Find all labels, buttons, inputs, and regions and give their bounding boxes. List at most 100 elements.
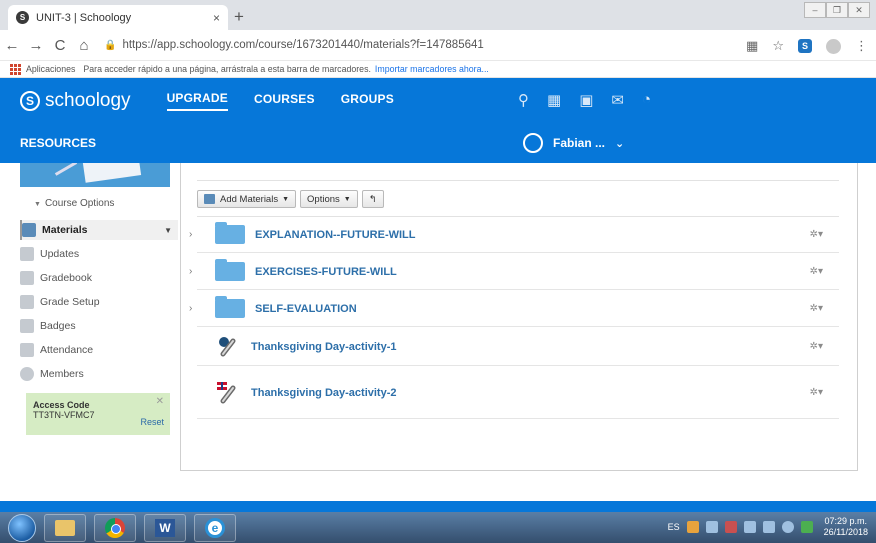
schoology-logo[interactable]: S schoology [20,90,131,112]
options-label: Options [307,193,340,205]
material-title[interactable]: Thanksgiving Day-activity-2 [251,387,397,399]
reset-access-code-link[interactable]: Reset [140,417,164,427]
start-button-icon[interactable] [8,513,36,542]
sidebar-item-label: Members [40,368,84,380]
sidebar-item-label: Attendance [40,344,94,356]
taskbar-explorer[interactable] [44,513,86,542]
updates-icon [20,247,34,261]
taskbar-word[interactable]: W [144,513,186,542]
list-item[interactable]: › EXPLANATION--FUTURE-WILL ✲▾ [189,217,839,253]
material-title[interactable]: SELF-EVALUATION [255,303,357,315]
menu-kebab-icon[interactable]: ⋮ [855,38,868,54]
close-icon[interactable]: ✕ [156,396,164,407]
list-item[interactable]: › EXERCISES-FUTURE-WILL ✲▾ [189,254,839,290]
taskbar-chrome[interactable] [94,513,136,542]
profile-avatar-icon[interactable] [826,38,841,54]
schoology-sub-nav: RESOURCES Fabian ... ⌄ [0,123,876,163]
nav-groups[interactable]: GROUPS [341,92,394,110]
access-code-box: Access Code TT3TN-VFMC7 ✕ Reset [26,393,170,435]
reload-icon[interactable]: C [48,37,72,54]
back-button[interactable]: ↰ [361,190,384,208]
maximize-icon[interactable]: ❐ [826,2,848,18]
schoology-extension-icon[interactable]: S [798,39,812,53]
lock-icon: 🔒 [104,39,117,51]
close-window-icon[interactable]: ✕ [848,2,870,18]
gear-icon[interactable]: ✲▾ [810,303,823,314]
browser-tabstrip: S UNIT-3 | Schoology × + – ❐ ✕ [0,0,876,30]
sidebar-item-updates[interactable]: Updates [20,244,178,264]
materials-panel: Add Materials ▼ Options ▼ ↰ › EXPLANATIO… [180,163,858,471]
nav-upgrade[interactable]: UPGRADE [166,91,228,111]
gradebook-icon [20,271,34,285]
gear-icon[interactable]: ✲▾ [810,266,823,277]
forward-icon[interactable]: → [24,37,48,54]
apps-grid-icon[interactable]: ▦ [547,91,561,109]
address-bar-actions: ▦ ☆ S ⋮ [746,38,868,54]
gear-icon[interactable]: ✲▾ [810,341,823,352]
tray-app-icon[interactable] [800,521,813,533]
language-indicator[interactable]: ES [668,522,680,532]
expand-chevron-icon[interactable]: › [189,229,203,240]
sidebar-item-materials[interactable]: Materials ▼ [20,220,178,240]
nav-courses[interactable]: COURSES [254,92,315,110]
url-field[interactable]: 🔒 https://app.schoology.com/course/16732… [104,39,484,51]
sidebar-item-label: Updates [40,248,80,260]
search-icon[interactable]: ⚲ [518,91,529,109]
material-title[interactable]: EXPLANATION--FUTURE-WILL [255,229,416,241]
list-item[interactable]: › SELF-EVALUATION ✲▾ [189,291,839,327]
gear-icon[interactable]: ✲▾ [810,229,823,240]
nav-resources[interactable]: RESOURCES [20,136,96,150]
back-icon[interactable]: ← [0,37,24,54]
messages-icon[interactable]: ✉ [611,91,624,109]
members-icon [20,367,34,381]
bookmarks-apps-link[interactable]: Aplicaciones [26,64,75,74]
caret-down-icon[interactable]: ▼ [164,226,172,235]
chevron-down-icon: ⌄ [615,137,625,150]
options-button[interactable]: Options ▼ [300,190,358,208]
tray-app-icon[interactable] [724,521,737,533]
sidebar-item-badges[interactable]: Badges [20,316,178,336]
add-materials-icon [204,194,215,204]
home-icon[interactable]: ⌂ [72,37,96,54]
chrome-icon [105,517,125,538]
folder-icon [215,222,245,244]
taskbar-edge[interactable]: e [194,513,236,542]
add-materials-button[interactable]: Add Materials ▼ [197,190,297,208]
page-footer [0,501,876,512]
tray-app-icon[interactable] [686,521,699,533]
expand-chevron-icon[interactable]: › [189,266,203,277]
new-tab-button[interactable]: + [234,7,244,27]
grade-setup-icon [20,295,34,309]
sidebar-item-gradebook[interactable]: Gradebook [20,268,178,288]
calendar-icon[interactable]: ▣ [579,91,593,109]
course-options-toggle[interactable]: ▼ Course Options [34,198,114,209]
bookmark-star-icon[interactable]: ☆ [772,38,784,54]
material-title[interactable]: Thanksgiving Day-activity-1 [251,341,397,353]
tray-app-icon[interactable] [705,521,718,533]
expand-chevron-icon[interactable]: › [189,303,203,314]
network-icon[interactable] [743,521,756,533]
gear-icon[interactable]: ✲▾ [810,387,823,398]
list-item[interactable]: Thanksgiving Day-activity-2 ✲▾ [197,367,839,419]
tray-app-icon[interactable] [781,521,794,533]
apps-grid-icon[interactable] [10,63,21,75]
material-title[interactable]: EXERCISES-FUTURE-WILL [255,266,397,278]
window-controls: – ❐ ✕ [804,2,870,18]
course-sidebar: ▼ Course Options Materials ▼ Updates Grad… [0,163,178,501]
browser-tab[interactable]: S UNIT-3 | Schoology × [8,5,228,30]
user-avatar-icon [523,133,543,153]
schoology-top-nav: S schoology UPGRADE COURSES GROUPS ⚲ ▦ ▣… [0,78,876,123]
import-bookmarks-link[interactable]: Importar marcadores ahora... [375,64,489,74]
notifications-icon[interactable]: ◔ [642,91,651,109]
sidebar-item-members[interactable]: Members [20,364,178,384]
taskbar-clock[interactable]: 07:29 p.m. 26/11/2018 [824,516,868,538]
sidebar-item-grade-setup[interactable]: Grade Setup [20,292,178,312]
sidebar-item-attendance[interactable]: Attendance [20,340,178,360]
close-tab-icon[interactable]: × [213,11,220,25]
translate-icon[interactable]: ▦ [746,38,758,54]
minimize-icon[interactable]: – [804,2,826,18]
user-menu[interactable]: Fabian ... ⌄ [523,133,624,153]
sidebar-item-label: Materials [42,224,88,236]
volume-icon[interactable] [762,521,775,533]
list-item[interactable]: Thanksgiving Day-activity-1 ✲▾ [197,328,839,366]
